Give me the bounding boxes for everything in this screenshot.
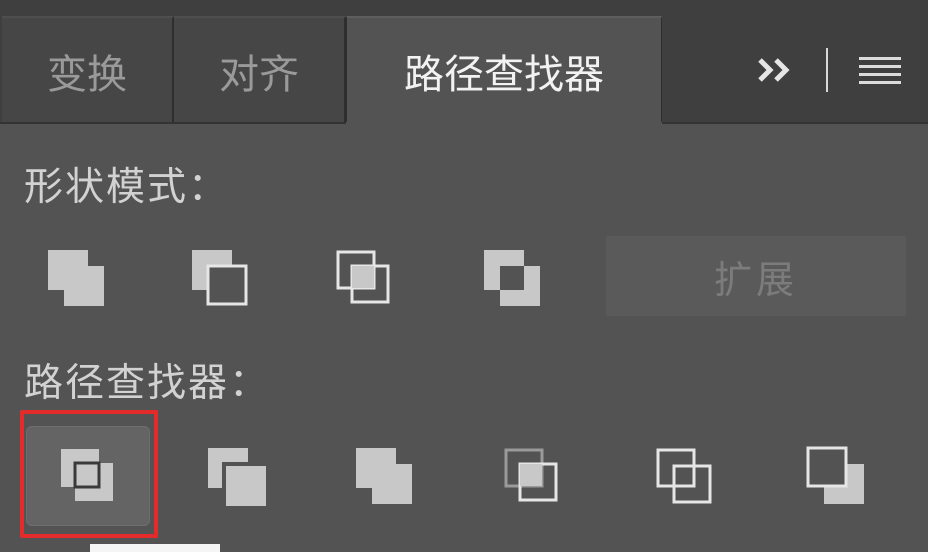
tab-align[interactable]: 对齐 — [174, 16, 346, 124]
trim-icon[interactable] — [204, 444, 274, 514]
tab-frame-line — [0, 122, 928, 124]
pathfinders-label: 路径查找器： — [24, 361, 271, 406]
intersect-icon[interactable] — [332, 246, 402, 316]
tab-transform[interactable]: 变换 — [2, 16, 174, 124]
crop-icon[interactable] — [500, 444, 570, 514]
merge-icon[interactable] — [352, 444, 422, 514]
exclude-icon[interactable] — [480, 246, 550, 316]
minus-front-icon[interactable] — [188, 246, 258, 316]
shape-modes-label: 形状模式： — [24, 165, 230, 210]
bottom-edge-strip — [90, 544, 220, 552]
minus-back-icon[interactable] — [804, 444, 874, 514]
expand-panel-chevron-icon[interactable] — [756, 40, 796, 100]
panel-tab-bar: 变换 对齐 路径查找器 — [0, 0, 928, 124]
panel-menu-hamburger-icon[interactable] — [858, 40, 902, 100]
tab-pathfinder[interactable]: 路径查找器 — [346, 16, 662, 124]
control-divider — [826, 48, 828, 92]
unite-icon[interactable] — [44, 246, 114, 316]
expand-button[interactable]: 扩展 — [606, 236, 906, 316]
selection-highlight — [20, 410, 158, 538]
outline-icon[interactable] — [652, 444, 722, 514]
